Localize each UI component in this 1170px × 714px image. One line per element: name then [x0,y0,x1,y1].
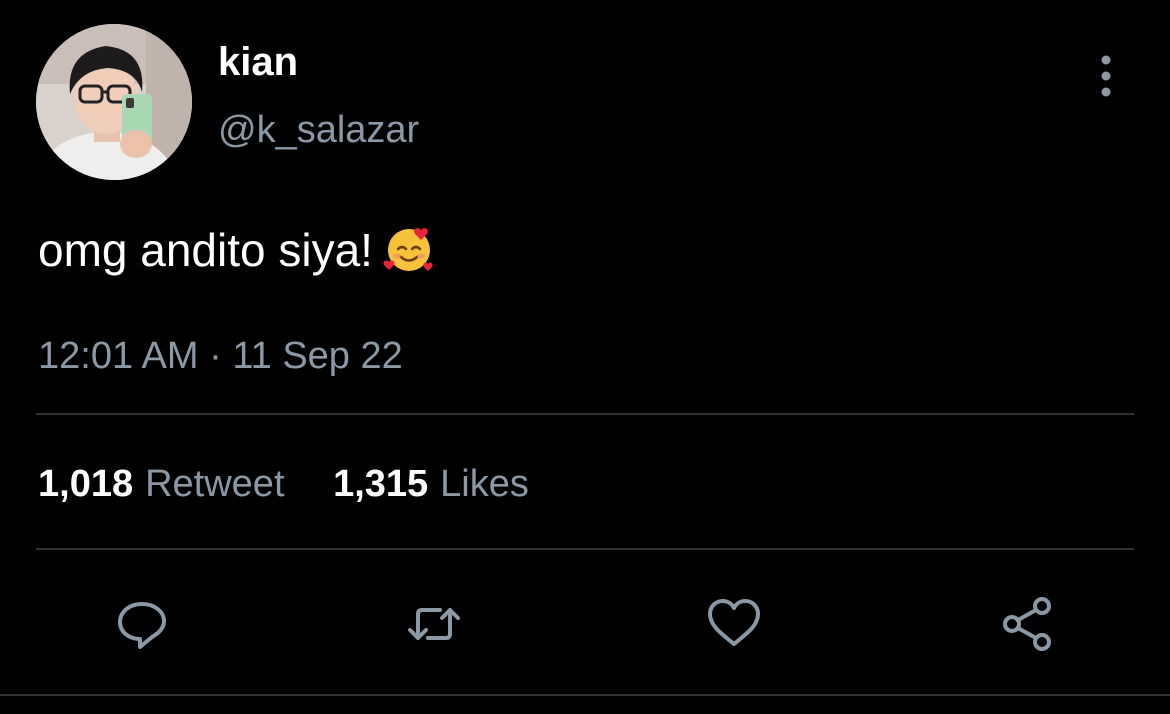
retweets-count: 1,018 [38,463,134,505]
profile-photo-icon [36,24,192,180]
divider [36,413,1134,415]
avatar[interactable] [36,24,192,180]
divider [36,548,1134,550]
share-button[interactable] [998,594,1058,654]
bottom-divider [0,694,1170,696]
retweet-icon [408,608,460,640]
like-icon [708,599,760,646]
tweet-card: kian @k_salazar omg andito siya! 12:01 A… [0,0,1170,714]
retweets-stat[interactable]: 1,018 Retweet [38,460,285,508]
reply-button[interactable] [112,594,172,654]
tweet-stats: 1,018 Retweet 1,315 Likes [38,460,529,508]
more-options-icon[interactable] [1090,52,1122,100]
like-button[interactable] [704,594,764,654]
retweets-label: Retweet [145,463,285,505]
likes-stat[interactable]: 1,315 Likes [333,460,529,508]
retweet-button[interactable] [404,594,464,654]
smiling-face-with-hearts-icon [383,222,435,274]
tweet-body: omg andito siya! [38,224,373,276]
tweet-text: omg andito siya! [38,220,435,280]
user-handle[interactable]: @k_salazar [218,106,419,154]
likes-count: 1,315 [333,463,429,505]
share-icon [1003,597,1051,651]
tweet-timestamp[interactable]: 12:01 AM · 11 Sep 22 [38,332,403,380]
display-name[interactable]: kian [218,38,298,86]
reply-icon [118,602,166,649]
likes-label: Likes [440,463,529,505]
